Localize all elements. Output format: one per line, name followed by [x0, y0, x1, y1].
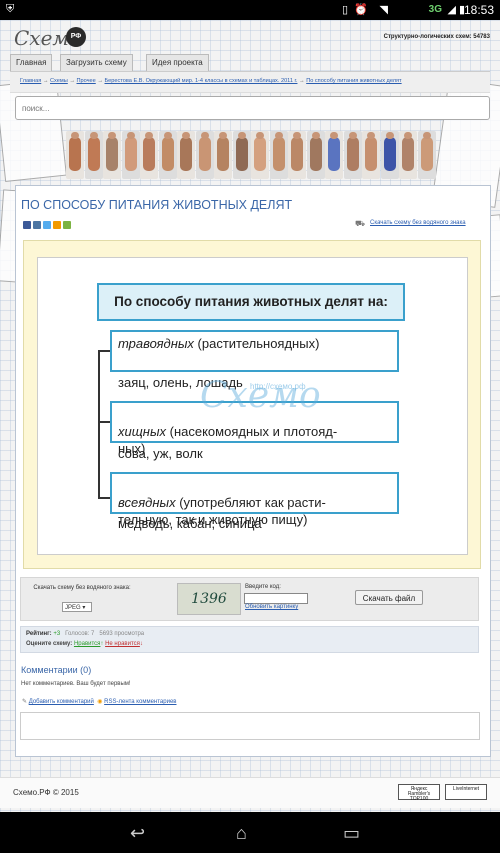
rss-link[interactable]: RSS-лента комментариев: [104, 699, 176, 705]
like-link[interactable]: Нравится: [74, 641, 100, 647]
rss-icon: ◉: [97, 699, 103, 705]
back-icon[interactable]: ↩: [130, 823, 145, 844]
home-icon[interactable]: ⌂: [236, 823, 247, 844]
ad-photo-thumbnail[interactable]: [362, 131, 380, 179]
refresh-captcha-link[interactable]: Обновить картинку: [245, 604, 298, 610]
download-no-watermark-link[interactable]: Скачать схему без водяного знака: [370, 220, 466, 226]
scheme-box-omnivores: всеядных (употребляют как расти- тельную…: [110, 472, 399, 527]
ad-photo-thumbnail[interactable]: [214, 131, 232, 179]
watermark-url: http://схемо.рф: [250, 382, 306, 391]
share-button[interactable]: [33, 221, 41, 229]
ad-photo-thumbnail[interactable]: [251, 131, 269, 179]
tab-project-idea[interactable]: Идея проекта: [146, 54, 209, 71]
thumbs-down-icon: ↓: [139, 641, 143, 647]
ad-photo-thumbnail[interactable]: [232, 131, 251, 179]
ad-photo-thumbnail[interactable]: [103, 131, 121, 179]
share-button[interactable]: [43, 221, 51, 229]
scheme-connector: [98, 421, 110, 423]
captcha-image: 1396: [177, 583, 241, 615]
copyright: Схемо.РФ © 2015: [13, 788, 79, 797]
scheme-example-carnivores: сова, уж, волк: [118, 446, 203, 461]
ad-photo-thumbnail[interactable]: [306, 131, 325, 179]
captcha-input[interactable]: [244, 593, 308, 604]
tab-upload-scheme[interactable]: Загрузить схему: [60, 54, 133, 71]
ad-photo-thumbnail[interactable]: [84, 131, 103, 179]
rating-value: +3: [53, 631, 61, 637]
ad-photo-thumbnail[interactable]: [343, 131, 362, 179]
logo-badge: РФ: [66, 27, 86, 47]
breadcrumb-other[interactable]: Прочее: [77, 78, 96, 84]
scheme-connector: [98, 350, 110, 352]
breadcrumb-home[interactable]: Главная: [20, 78, 41, 84]
site-tagline: Структурно-логических схем: 54783: [383, 34, 490, 40]
add-comment-link[interactable]: Добавить комментарий: [29, 699, 94, 705]
share-button[interactable]: [53, 221, 61, 229]
rating-line: Рейтинг: +3 Голосов: 7 5693 просмотра: [26, 631, 145, 637]
clock: 18:53: [463, 3, 494, 17]
comment-icon: ✎: [22, 699, 28, 705]
ad-photo-thumbnail[interactable]: [158, 131, 177, 179]
ad-photo-strip[interactable]: [66, 131, 436, 179]
rate-line: Оцените схему: Нравится↑ Не нравится↓: [26, 641, 143, 647]
thumbs-up-icon: ↑: [100, 641, 104, 647]
ad-photo-thumbnail[interactable]: [399, 131, 417, 179]
scheme-heading: По способу питания животных делят на:: [97, 283, 405, 321]
share-button[interactable]: [23, 221, 31, 229]
ad-photo-thumbnail[interactable]: [66, 131, 84, 179]
scheme-example-omnivores: медведь, кабан, синица: [118, 516, 262, 531]
android-nav-bar: ↩ ⌂ ▭: [0, 812, 500, 853]
page-title: ПО СПОСОБУ ПИТАНИЯ ЖИВОТНЫХ ДЕЛЯТ: [21, 198, 293, 212]
view-count: 5693 просмотра: [99, 631, 145, 637]
comments-heading: Комментарии (0): [21, 665, 92, 675]
comment-textarea[interactable]: [20, 712, 480, 740]
wifi-icon: ◥: [379, 4, 388, 16]
vote-count: Голосов: 7: [65, 631, 95, 637]
no-comments-text: Нет комментариев. Ваш будет первым!: [21, 681, 131, 687]
ad-photo-thumbnail[interactable]: [177, 131, 195, 179]
download-button[interactable]: Скачать файл: [355, 590, 423, 605]
recent-apps-icon[interactable]: ▭: [343, 823, 360, 844]
scheme-connector: [98, 350, 100, 498]
comment-links: ✎ Добавить комментарий ◉ RSS-лента комме…: [22, 698, 176, 705]
vibrate-icon: ▯: [341, 4, 348, 16]
scheme-box-herbivores: травоядных (растительноядных): [110, 330, 399, 372]
ad-photo-thumbnail[interactable]: [140, 131, 158, 179]
code-label: Введите код:: [245, 584, 281, 590]
ad-photo-thumbnail[interactable]: [325, 131, 343, 179]
shield-icon: ⛨: [6, 3, 15, 15]
tab-home[interactable]: Главная: [10, 54, 53, 71]
counter-yandex-rambler[interactable]: Яндекс Rambler's TOP100: [398, 784, 440, 802]
breadcrumb-book[interactable]: Берестова Е.В. Окружающий мир. 1-4 класс…: [104, 78, 297, 84]
download-label: Скачать схему без водяного знака:: [33, 585, 131, 591]
background-paper: [0, 79, 67, 182]
share-button[interactable]: [63, 221, 71, 229]
ad-photo-thumbnail[interactable]: [195, 131, 214, 179]
network-type: 3G: [428, 4, 442, 15]
ad-photo-thumbnail[interactable]: [380, 131, 399, 179]
status-bar: ⛨ ▯ ⏰ ◥ 3G ◢ ▮ 18:53: [0, 0, 500, 20]
breadcrumb: Главная → Схемы → Прочее → Берестова Е.В…: [20, 78, 402, 84]
ad-photo-thumbnail[interactable]: [288, 131, 306, 179]
alarm-icon: ⏰: [354, 4, 368, 16]
search-input[interactable]: [20, 100, 464, 117]
dislike-link[interactable]: Не нравится: [105, 641, 140, 647]
ad-photo-thumbnail[interactable]: [417, 131, 436, 179]
download-icon: ⛟: [355, 219, 366, 228]
ad-photo-thumbnail[interactable]: [121, 131, 140, 179]
format-select[interactable]: JPEG ▾: [62, 602, 92, 612]
breadcrumb-schemes[interactable]: Схемы: [50, 78, 68, 84]
counter-liveinternet[interactable]: LiveInternet: [445, 784, 487, 800]
search-box: [15, 96, 490, 120]
breadcrumb-current[interactable]: По способу питания животных делят: [306, 78, 401, 84]
ad-photo-thumbnail[interactable]: [269, 131, 288, 179]
signal-icon: ◢: [447, 4, 456, 16]
scheme-connector: [98, 497, 110, 499]
